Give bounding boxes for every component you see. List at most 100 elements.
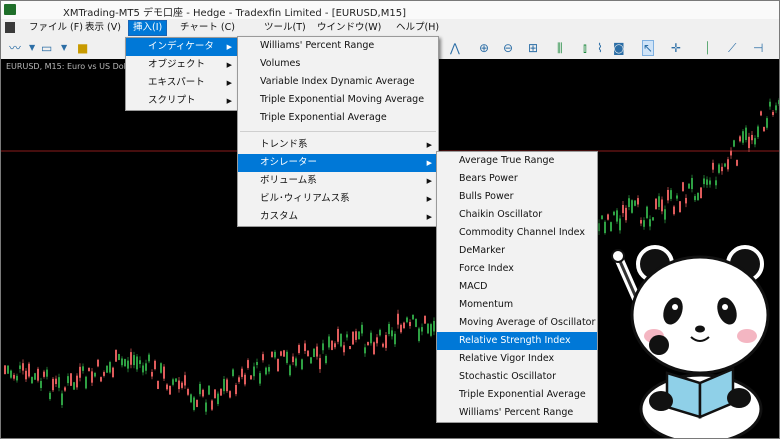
oscillator-item[interactable]: Bears Power [437, 170, 597, 188]
bull-candle [109, 362, 111, 373]
oscillator-item[interactable]: MACD [437, 278, 597, 296]
menu-view[interactable]: 表示 (V) [81, 21, 125, 35]
recent-indicator-item[interactable]: Triple Exponential Moving Average [238, 91, 438, 109]
bull-candle [754, 138, 756, 145]
candles-icon[interactable]: ⫾ [583, 41, 587, 55]
document-icon[interactable] [5, 22, 15, 33]
oscillator-item-rsi[interactable]: Relative Strength Index [437, 332, 597, 350]
oscillator-item[interactable]: Commodity Channel Index [437, 224, 597, 242]
line-chart-icon[interactable]: ⌇ [597, 41, 603, 55]
bear-candle [376, 337, 378, 344]
menu-item-indicators[interactable]: インディケータ ▶ [126, 38, 238, 56]
menu-item-volumes[interactable]: ボリューム系 ▶ [238, 172, 438, 190]
bull-candle [67, 376, 69, 384]
bull-candle [631, 200, 633, 213]
bull-candle [643, 220, 645, 227]
oscillator-item[interactable]: Relative Vigor Index [437, 350, 597, 368]
menu-item-scripts[interactable]: スクリプト ▶ [126, 92, 238, 110]
recent-indicator-item[interactable]: Triple Exponential Average [238, 109, 438, 127]
bear-candle [130, 352, 132, 365]
menu-item-oscillators[interactable]: オシレーター ▶ [238, 154, 438, 172]
menu-tools[interactable]: ツール(T) [260, 21, 310, 35]
dropdown-icon[interactable]: ▼ [61, 41, 67, 55]
bar-chart-icon[interactable]: ⫼ [557, 41, 563, 55]
bull-candle [286, 351, 288, 363]
yellow-tool-icon[interactable]: ■ [77, 41, 88, 55]
oscillator-item[interactable]: DeMarker [437, 242, 597, 260]
bull-candle [613, 211, 615, 215]
recent-indicator-item[interactable]: Williams' Percent Range [238, 37, 438, 55]
menu-file[interactable]: ファイル (F) [25, 21, 87, 35]
oscillator-item[interactable]: Williams' Percent Range [437, 404, 597, 422]
bear-candle [247, 360, 249, 368]
zoom-in-icon[interactable]: ⊕ [479, 41, 489, 55]
bear-candle [319, 358, 321, 370]
crosshair-icon[interactable]: ✛ [671, 41, 681, 55]
menu-item-bill-williams[interactable]: ビル･ウィリアムス系 ▶ [238, 190, 438, 208]
menu-help[interactable]: ヘルプ(H) [392, 21, 443, 35]
oscillator-item[interactable]: Momentum [437, 296, 597, 314]
oscillator-item[interactable]: Bulls Power [437, 188, 597, 206]
menu-window[interactable]: ウインドウ(W) [313, 21, 385, 35]
bear-candle [397, 313, 399, 325]
bull-candle [142, 365, 144, 373]
oscillator-item[interactable]: Moving Average of Oscillator [437, 314, 597, 332]
bear-candle [760, 111, 762, 116]
vertical-line-icon[interactable]: ⏐ [704, 41, 711, 55]
menu-chart[interactable]: チャート (C) [176, 21, 239, 35]
bull-candle [31, 376, 33, 384]
bull-candle [274, 351, 276, 358]
bear-candle [607, 214, 609, 220]
zoom-out-icon[interactable]: ⊖ [503, 41, 513, 55]
bull-candle [124, 359, 126, 367]
bear-candle [685, 197, 687, 204]
bull-candle [742, 131, 744, 143]
recent-indicator-item[interactable]: Volumes [238, 55, 438, 73]
bear-candle [331, 340, 333, 350]
trendline-icon[interactable]: ⟋ [728, 41, 736, 55]
cursor-icon[interactable]: ↖ [641, 40, 655, 56]
oscillator-item[interactable]: Stochastic Oscillator [437, 368, 597, 386]
bear-candle [622, 205, 624, 214]
bear-candle [184, 375, 186, 386]
oscillator-item[interactable]: Average True Range [437, 152, 597, 170]
oscillator-item[interactable]: Chaikin Oscillator [437, 206, 597, 224]
bull-candle [715, 180, 717, 186]
bull-candle [664, 209, 666, 220]
menu-item-objects[interactable]: オブジェクト ▶ [126, 56, 238, 74]
screenshot-icon[interactable]: ◙ [613, 41, 625, 55]
oscillator-item[interactable]: Triple Exponential Average [437, 386, 597, 404]
bear-candle [682, 182, 684, 192]
bear-candle [772, 111, 774, 115]
horizontal-line-icon[interactable]: ⊣ [753, 41, 763, 55]
recent-indicator-item[interactable]: Variable Index Dynamic Average [238, 73, 438, 91]
submenu-arrow-icon: ▶ [426, 159, 432, 167]
grid-icon[interactable]: ⊞ [528, 41, 538, 55]
menu-item-custom[interactable]: カスタム ▶ [238, 208, 438, 226]
bull-candle [769, 101, 771, 107]
menu-item-experts[interactable]: エキスパート ▶ [126, 74, 238, 92]
bear-candle [337, 328, 339, 342]
bull-candle [709, 180, 711, 185]
oscillator-item[interactable]: Force Index [437, 260, 597, 278]
menu-item-trend[interactable]: トレンド系 ▶ [238, 136, 438, 154]
bear-candle [352, 331, 354, 345]
bull-candle [634, 200, 636, 206]
bear-candle [736, 159, 738, 166]
menu-insert[interactable]: 挿入(I) [127, 20, 168, 36]
dropdown-icon[interactable]: ▼ [29, 41, 35, 55]
line-tool-icon[interactable]: 〰 [9, 41, 21, 55]
bull-candle [325, 355, 327, 364]
bear-candle [403, 322, 405, 329]
bull-candle [121, 358, 123, 366]
bull-candle [127, 360, 129, 369]
bull-candle [658, 196, 660, 207]
bull-candle [49, 392, 51, 400]
bull-candle [427, 323, 429, 334]
bear-candle [727, 159, 729, 170]
color-scheme-icon[interactable]: ▭ [41, 41, 52, 55]
trend-icon[interactable]: ⋀ [450, 41, 460, 55]
bull-candle [73, 382, 75, 390]
indicators-menu: Williams' Percent Range Volumes Variable… [237, 36, 439, 227]
bear-candle [64, 387, 66, 391]
